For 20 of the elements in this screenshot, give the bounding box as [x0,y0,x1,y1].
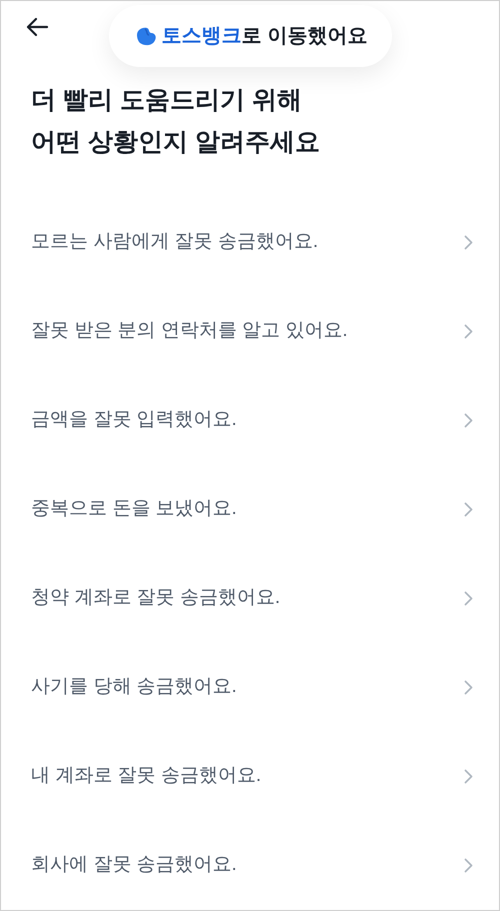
option-item[interactable]: 모르는 사람에게 잘못 송금했어요. [1,198,499,287]
chevron-right-icon [464,591,473,606]
chevron-right-icon [464,235,473,250]
option-item[interactable]: 회사에 잘못 송금했어요. [1,821,499,910]
chevron-right-icon [464,324,473,339]
page-title: 더 빨리 도움드리기 위해 [31,85,303,116]
chevron-right-icon [464,502,473,517]
option-item[interactable]: 중복으로 돈을 보냈어요. [1,465,499,554]
chevron-right-icon [464,680,473,695]
toast-message: 토스뱅크로 이동했어요 [162,24,368,49]
option-item[interactable]: 청약 계좌로 잘못 송금했어요. [1,554,499,643]
chevron-right-icon [464,413,473,428]
option-item[interactable]: 잘못 받은 분의 연락처를 알고 있어요. [1,287,499,376]
option-item[interactable]: 금액을 잘못 입력했어요. [1,376,499,465]
chevron-right-icon [464,858,473,873]
back-arrow-icon [25,16,49,36]
option-item[interactable]: 사기를 당해 송금했어요. [1,643,499,732]
page-title: 어떤 상황인지 알려주세요 [31,127,321,158]
chevron-right-icon [464,769,473,784]
option-item[interactable]: 내 계좌로 잘못 송금했어요. [1,732,499,821]
